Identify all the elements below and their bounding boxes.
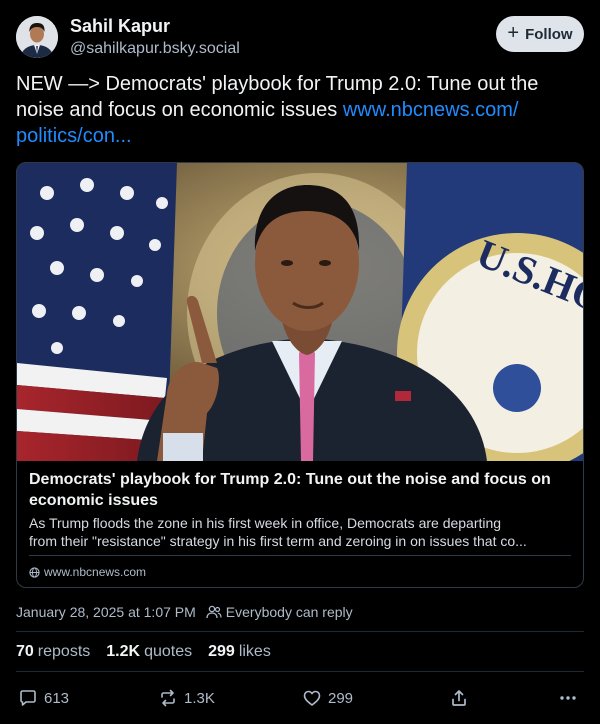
- follow-button[interactable]: + Follow: [496, 16, 584, 52]
- link-preview-description: As Trump floods the zone in his first we…: [29, 514, 574, 550]
- reposts-count: 70: [16, 643, 34, 660]
- link-preview-description-line1: As Trump floods the zone in his first we…: [29, 515, 502, 531]
- post-stats: 70 reposts 1.2K quotes 299 likes: [16, 643, 271, 661]
- reply-button[interactable]: 613: [18, 684, 69, 712]
- author-avatar[interactable]: [16, 16, 58, 58]
- heart-icon: [303, 690, 321, 706]
- post-timestamp[interactable]: January 28, 2025 at 1:07 PM: [16, 604, 196, 620]
- divider-bottom: [16, 671, 584, 672]
- plus-icon: +: [507, 22, 520, 44]
- reply-count: 613: [44, 689, 70, 707]
- repost-button[interactable]: 1.3K: [158, 684, 215, 712]
- reply-setting-label: Everybody can reply: [225, 604, 353, 620]
- likes-label: likes: [238, 643, 271, 660]
- people-icon: [206, 605, 222, 619]
- card-divider: [29, 555, 571, 556]
- reply-icon: [20, 690, 36, 706]
- post-meta: January 28, 2025 at 1:07 PM Everybody ca…: [16, 604, 353, 620]
- quotes-stat[interactable]: 1.2K quotes: [106, 643, 192, 661]
- share-button[interactable]: [449, 684, 469, 712]
- post-text: NEW —> Democrats' playbook for Trump 2.0…: [16, 71, 584, 149]
- link-preview-description-line2: from their "resistance" strategy in his …: [29, 533, 527, 549]
- more-options-button[interactable]: [558, 684, 578, 712]
- globe-icon: [29, 566, 40, 578]
- link-preview-domain-text: www.nbcnews.com: [44, 565, 147, 579]
- post-header: Sahil Kapur @sahilkapur.bsky.social + Fo…: [16, 14, 584, 60]
- quotes-label: quotes: [144, 643, 193, 660]
- repost-icon: [161, 689, 175, 707]
- likes-count: 299: [208, 643, 235, 660]
- link-preview-domain: www.nbcnews.com: [29, 565, 146, 579]
- link-preview-card[interactable]: U.S.HO Democrats' playbook for Trump 2.0…: [16, 162, 584, 588]
- quotes-count: 1.2K: [106, 643, 141, 660]
- link-preview-title: Democrats' playbook for Trump 2.0: Tune …: [29, 471, 551, 509]
- reposts-stat[interactable]: 70 reposts: [16, 643, 90, 661]
- reply-setting: Everybody can reply: [206, 604, 353, 620]
- reposts-label: reposts: [37, 643, 91, 660]
- follow-label: Follow: [525, 25, 573, 43]
- more-icon: [560, 696, 576, 700]
- divider-top: [16, 631, 584, 632]
- author-name[interactable]: Sahil Kapur: [70, 16, 170, 37]
- action-bar: 613 1.3K 299: [16, 684, 584, 712]
- share-icon: [452, 690, 466, 706]
- like-count: 299: [328, 689, 354, 707]
- likes-stat[interactable]: 299 likes: [208, 643, 271, 661]
- author-handle[interactable]: @sahilkapur.bsky.social: [70, 40, 240, 58]
- link-preview-image: U.S.HO: [17, 163, 583, 461]
- like-button[interactable]: 299: [302, 684, 353, 712]
- repost-count: 1.3K: [184, 689, 215, 707]
